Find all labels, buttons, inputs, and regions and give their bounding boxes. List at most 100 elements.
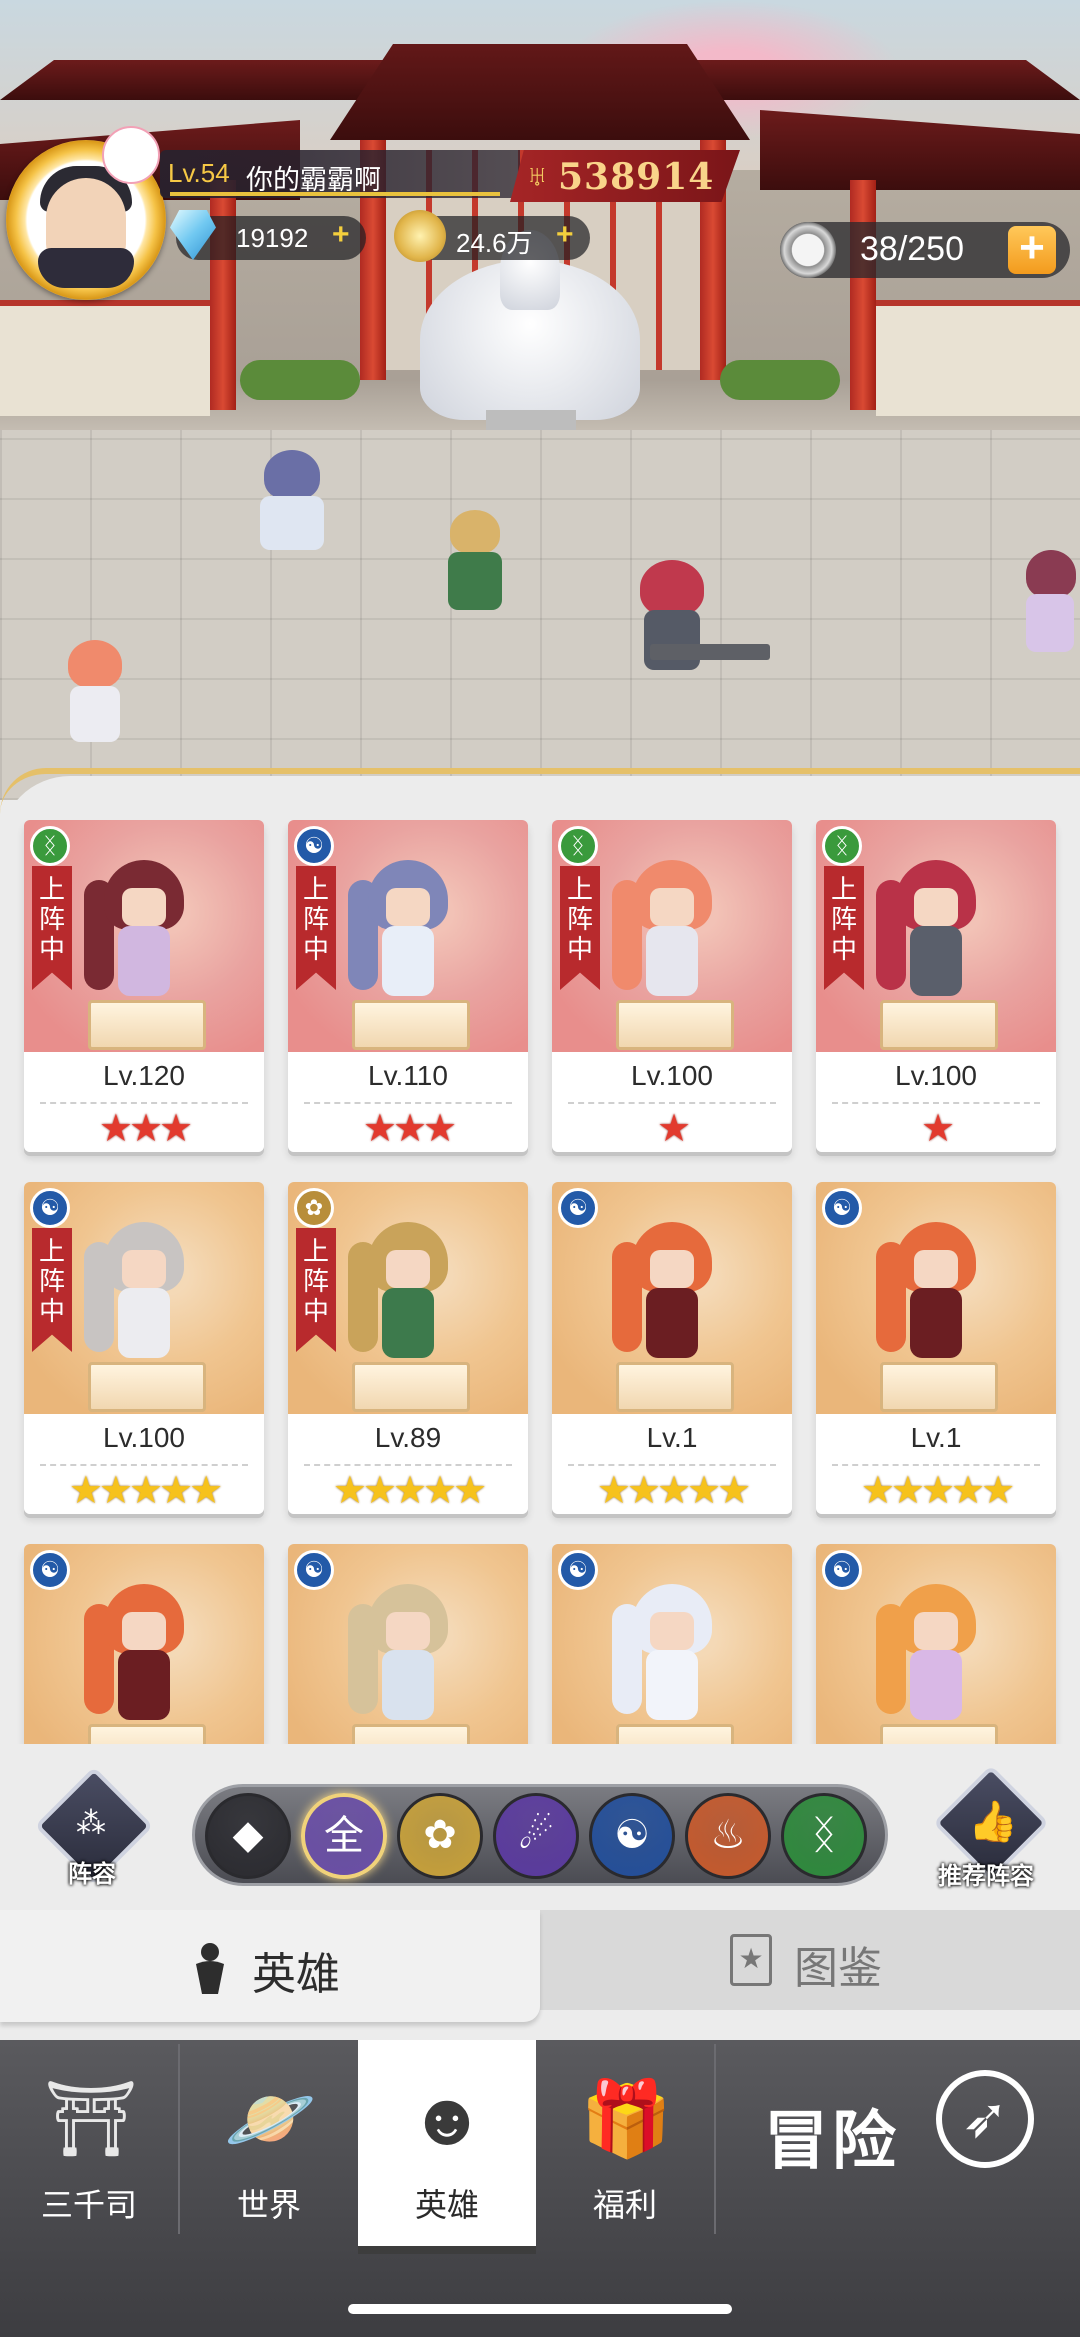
hero-level: Lv.100	[895, 1060, 977, 1091]
nav-item-heroes[interactable]: ☻ 英雄	[358, 2040, 536, 2254]
add-stamina-button[interactable]: +	[1008, 226, 1056, 274]
compass-icon: ➶	[936, 2070, 1034, 2168]
bottom-navigation: ⛩ 三千司 🪐 世界 ☻ 英雄 🎁 福利 冒险 ➶	[0, 2040, 1080, 2337]
hero-card[interactable]: ☯ 上 阵 中 Lv.100 ★★★★★	[24, 1182, 264, 1514]
adventure-button[interactable]: 冒险 ➶	[720, 2040, 1080, 2240]
hero-card[interactable]: ☯ 上 阵 中 Lv.110 ★★★	[288, 820, 528, 1152]
hero-card[interactable]: ☯	[816, 1544, 1056, 1744]
hero-card[interactable]: ☯	[24, 1544, 264, 1744]
lineup-network-icon: ⁂	[76, 1807, 106, 1840]
player-avatar[interactable]	[6, 126, 166, 300]
nav-item-sanqiansi[interactable]: ⛩ 三千司	[0, 2040, 178, 2250]
temple-pillar	[210, 180, 236, 410]
hero-grid[interactable]: ᛝ上 阵 中 Lv.120 ★★★ ☯ 上 阵 中 Lv.110 ★★★ ᛝ 上 阵 中 Lv.1…	[0, 820, 1080, 1744]
hero-sprite	[84, 1584, 190, 1734]
water-element-icon: ☯	[30, 1188, 70, 1228]
thumbs-up-icon: 👍	[968, 1800, 1018, 1844]
power-crest-icon: ♅	[526, 160, 549, 193]
gem-counter: 19192 +	[170, 210, 366, 260]
nav-item-world[interactable]: 🪐 世界	[180, 2040, 358, 2250]
temple-icon: ⛩	[44, 2077, 138, 2160]
hero-sprite[interactable]	[60, 640, 130, 750]
hero-level: Lv.100	[103, 1422, 185, 1453]
hero-card[interactable]: ᛝ上 阵 中 Lv.120 ★★★	[24, 820, 264, 1152]
hero-card[interactable]: ✿ 上 阵 中 Lv.89 ★★★★★	[288, 1182, 528, 1514]
hero-card[interactable]: ☯ Lv.1 ★★★★★	[552, 1182, 792, 1514]
hero-sprite[interactable]	[440, 510, 510, 620]
water-element-icon: ☯	[294, 826, 334, 866]
filter-meditation-icon[interactable]: ♨	[685, 1793, 771, 1879]
hero-level: Lv.1	[910, 1422, 962, 1453]
combat-power: ♅ 538914	[510, 150, 740, 202]
temple-pillar	[850, 180, 876, 410]
water-element-icon: ☯	[822, 1550, 862, 1590]
nav-label: 福利	[592, 2187, 657, 2223]
deployed-ribbon: 上 阵 中	[824, 866, 864, 990]
filter-sort-diamond-icon[interactable]: ◆	[205, 1793, 291, 1879]
hero-info: Lv.110 ★★★	[288, 1052, 528, 1152]
hero-info: Lv.100 ★	[552, 1052, 792, 1152]
hero-card[interactable]: ᛝ上 阵 中 Lv.100 ★	[552, 820, 792, 1152]
nav-item-welfare[interactable]: 🎁 福利	[536, 2040, 714, 2250]
bunny-ornament-icon	[102, 126, 160, 184]
add-gems-button[interactable]: +	[332, 218, 350, 252]
filter-all[interactable]: 全	[301, 1793, 387, 1879]
water-element-icon: ☯	[30, 1550, 70, 1590]
hero-portrait: ᛝ上 阵 中	[816, 820, 1056, 1052]
hero-sprite[interactable]	[1020, 550, 1080, 660]
hero-portrait: ✿ 上 阵 中	[288, 1182, 528, 1414]
filter-lotus-icon[interactable]: ✿	[397, 1793, 483, 1879]
player-name-bar: Lv.54 你的霸霸啊	[160, 150, 520, 198]
home-indicator[interactable]	[348, 2304, 732, 2314]
deployed-ribbon: 上 阵 中	[296, 866, 336, 990]
hero-sprite[interactable]	[250, 450, 330, 560]
panel-gold-rim	[0, 768, 1080, 814]
nature-element-icon: ᛝ	[30, 826, 70, 866]
star-rating: ★★★★★	[860, 1470, 1015, 1512]
star-rating: ★★★★★	[332, 1470, 487, 1512]
lineup-button[interactable]: ⁂ 阵容	[34, 1766, 154, 1888]
hero-portrait: ☯	[24, 1544, 264, 1744]
water-element-icon: ☯	[558, 1188, 598, 1228]
deployed-ribbon: 上 阵 中	[32, 1228, 72, 1352]
filter-water-icon[interactable]: ☯	[589, 1793, 675, 1879]
hero-sprite	[876, 1584, 982, 1734]
hero-card[interactable]: ᛝ上 阵 中 Lv.100 ★	[816, 820, 1056, 1152]
add-coins-button[interactable]: +	[556, 218, 574, 252]
planet-icon: 🪐	[224, 2077, 317, 2160]
water-element-icon: ☯	[294, 1550, 334, 1590]
gold-coin-icon	[394, 210, 446, 262]
recommended-lineup-button[interactable]: 👍 推荐阵容	[926, 1765, 1049, 1890]
filter-fire-icon[interactable]: ☄	[493, 1793, 579, 1879]
hero-info: Lv.120 ★★★	[24, 1052, 264, 1152]
hero-info: Lv.1 ★★★★★	[816, 1414, 1056, 1514]
filter-nature-icon[interactable]: ᛝ	[781, 1793, 867, 1879]
adventure-label: 冒险	[764, 2105, 900, 2177]
hero-portrait: ☯	[552, 1182, 792, 1414]
hero-sprite	[84, 1222, 190, 1372]
hero-level: Lv.120	[103, 1060, 185, 1091]
tab-codex[interactable]: ★ 图鉴	[540, 1910, 1080, 2010]
deployed-ribbon: 上 阵 中	[560, 866, 600, 990]
lotus-element-icon: ✿	[294, 1188, 334, 1228]
lineup-label: 阵容	[68, 1861, 116, 1888]
deployed-ribbon: 上 阵 中	[32, 866, 72, 990]
hero-sprite[interactable]	[610, 560, 770, 680]
water-element-icon: ☯	[558, 1550, 598, 1590]
game-scene	[0, 0, 1080, 800]
tab-heroes[interactable]: 英雄	[0, 1910, 540, 2022]
divider	[40, 1464, 248, 1467]
hero-portrait: ☯	[816, 1182, 1056, 1414]
hero-card[interactable]: ☯	[552, 1544, 792, 1744]
hero-portrait: ☯	[552, 1544, 792, 1744]
courtyard-floor	[0, 430, 1080, 800]
hero-card[interactable]: ☯ Lv.1 ★★★★★	[816, 1182, 1056, 1514]
divider	[304, 1464, 512, 1467]
divider	[832, 1102, 1040, 1105]
hero-portrait: ☯ 上 阵 中	[24, 1182, 264, 1414]
recommend-label: 推荐阵容	[938, 1863, 1034, 1890]
nature-element-icon: ᛝ	[822, 826, 862, 866]
stamina-token-icon	[780, 222, 836, 278]
hero-card[interactable]: ☯	[288, 1544, 528, 1744]
divider	[40, 1102, 248, 1105]
